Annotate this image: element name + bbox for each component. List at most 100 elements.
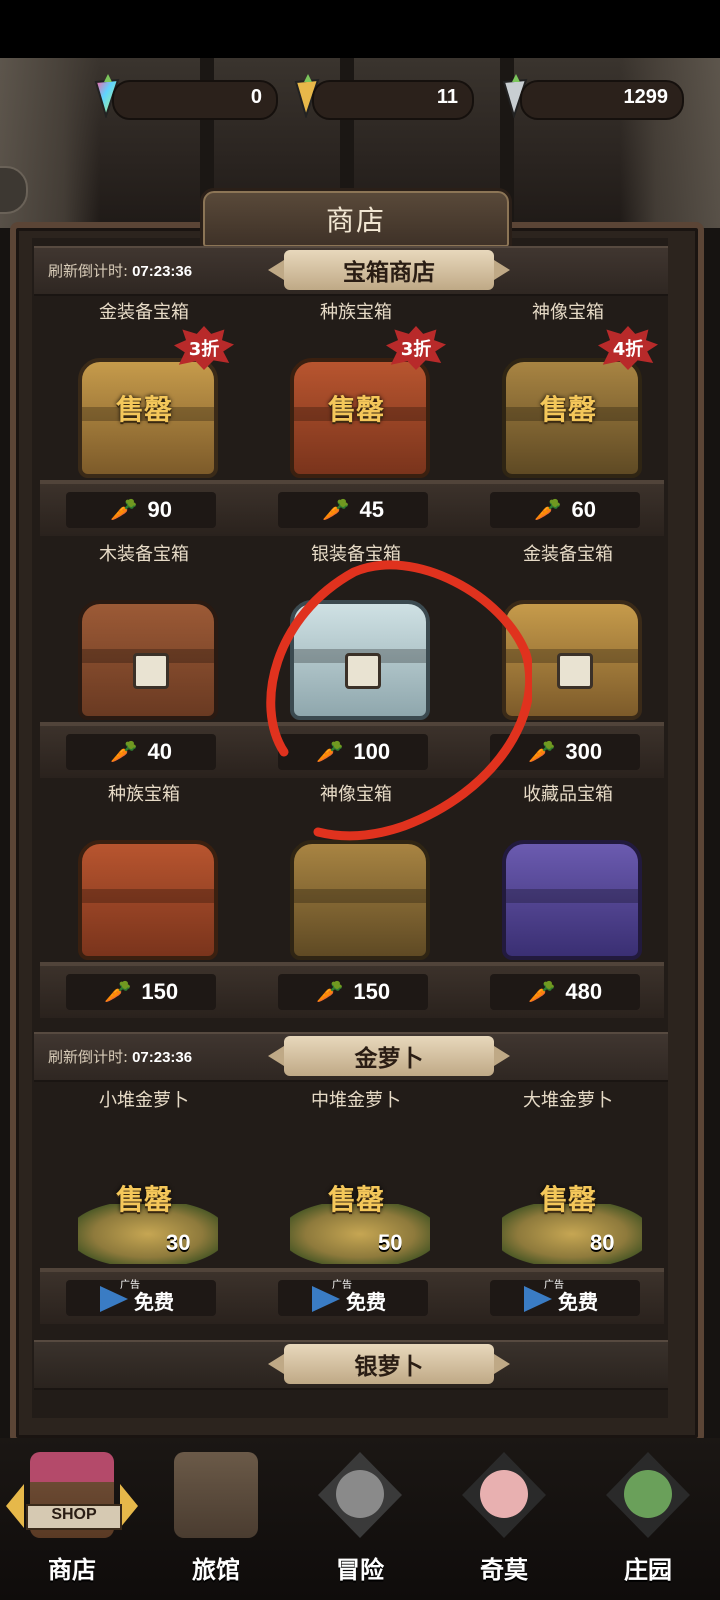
gold-carrot-icon: 🥕 [110,739,138,764]
shop-item-race-chest[interactable]: 种族宝箱 🥕 150 [40,778,248,1018]
qimo-icon [462,1452,546,1538]
nav-tab-manor[interactable]: 庄园 [576,1438,720,1600]
price-value: 40 [147,739,172,764]
nav-label: 旅馆 [192,1556,240,1584]
arrow-right-icon [120,1484,138,1528]
price-value: 480 [565,979,603,1004]
price-tag[interactable]: 🥕 150 [278,974,428,1010]
shop-item-small-gold-carrot[interactable]: 小堆金萝卜 售罄 30 广告 免费 [40,1084,248,1324]
wood-chest-icon [78,600,218,720]
shop-icon: SHOP [26,1452,122,1538]
discount-badge: 3折 [174,326,234,370]
section-title-gold-carrot: 金萝卜 [268,1036,510,1076]
adventure-icon [318,1452,402,1538]
silver-carrot-shop-banner: 银萝卜 [34,1340,668,1390]
chest-shop-banner: 刷新倒计时: 07:23:36 宝箱商店 [34,246,668,296]
amount-value: 50 [378,1230,403,1255]
refresh-timer-label: 刷新倒计时: [48,262,129,280]
price-tag[interactable]: 🥕 60 [490,492,640,528]
shelf-row: 金装备宝箱 3折 售罄 🥕 90 种族宝箱 3折 售罄 🥕 45 神像宝箱 4折 售… [40,296,664,536]
shop-item-race-chest[interactable]: 种族宝箱 3折 售罄 🥕 45 [252,296,460,536]
price-value: 90 [147,497,172,522]
sold-out-label: 售罄 [327,393,384,426]
refresh-timer-label: 刷新倒计时: [48,1048,129,1066]
item-name: 种族宝箱 [108,784,180,805]
price-value: 150 [141,979,179,1004]
race-chest-icon [78,840,218,960]
silver-carrot-balance: 1299 [520,80,684,120]
gold-carrot-icon: 🥕 [322,497,350,522]
free-label: 免费 [558,1290,598,1314]
refresh-timer-value: 07:23:36 [132,1049,193,1066]
shop-item-gold-equip-chest[interactable]: 金装备宝箱 3折 售罄 🥕 90 [40,296,248,536]
collectible-chest-icon [502,840,642,960]
free-label: 免费 [346,1290,386,1314]
item-name: 小堆金萝卜 [99,1090,189,1111]
price-value: 150 [353,979,391,1004]
gold-carrot-icon: 🥕 [527,979,556,1004]
manor-icon [606,1452,690,1538]
gold-carrot-shop-banner: 刷新倒计时: 07:23:36 金萝卜 [34,1032,668,1082]
bottom-navigation: SHOP 商店 旅馆 冒险 奇莫 庄园 [0,1438,720,1600]
refresh-timer: 刷新倒计时: 07:23:36 [48,1046,192,1067]
gold-carrot-icon: 🥕 [315,979,344,1004]
gold-carrot-value: 11 [436,86,458,108]
annotation-circle [266,560,532,841]
shop-item-medium-gold-carrot[interactable]: 中堆金萝卜 售罄 50 广告 免费 [252,1084,460,1324]
nav-tab-qimo[interactable]: 奇莫 [432,1438,576,1600]
gold-carrot-icon: 🥕 [527,739,556,764]
nav-label: 冒险 [336,1556,384,1584]
gold-carrot-balance: 11 [312,80,474,120]
price-tag[interactable]: 🥕 45 [278,492,428,528]
shelf-row: 小堆金萝卜 售罄 30 广告 免费 中堆金萝卜 售罄 50 广告 免费 大堆金萝… [40,1084,664,1324]
shop-item-large-gold-carrot[interactable]: 大堆金萝卜 售罄 80 广告 免费 [464,1084,672,1324]
arrow-left-icon [6,1484,24,1528]
amount-value: 80 [590,1230,615,1255]
price-value: 45 [359,497,384,522]
nav-label: 庄园 [624,1556,672,1584]
section-title-silver-carrot[interactable]: 银萝卜 [268,1344,510,1384]
sold-out-label: 售罄 [327,1183,384,1216]
shop-item-wood-equip-chest[interactable]: 木装备宝箱 🥕 40 [40,538,248,778]
watch-ad-free-button[interactable]: 广告 免费 [490,1280,640,1316]
item-name: 神像宝箱 [532,302,604,323]
nav-label: 商店 [48,1556,96,1584]
item-name: 大堆金萝卜 [523,1090,613,1111]
watch-ad-free-button[interactable]: 广告 免费 [66,1280,216,1316]
section-title-chest-shop: 宝箱商店 [268,250,510,290]
sold-out-label: 售罄 [115,393,172,426]
item-name: 种族宝箱 [320,302,392,323]
discount-badge: 4折 [598,326,658,370]
free-label: 免费 [134,1290,174,1314]
amount-value: 30 [166,1230,191,1255]
sold-out-label: 售罄 [115,1183,172,1216]
refresh-timer: 刷新倒计时: 07:23:36 [48,260,192,281]
price-tag[interactable]: 🥕 90 [66,492,216,528]
status-bar [0,0,720,58]
rainbow-carrot-value: 0 [250,86,262,108]
gold-carrot-icon: 🥕 [534,497,562,522]
shop-sign-text: SHOP [26,1504,122,1530]
inn-icon [174,1452,258,1538]
nav-tab-shop[interactable]: SHOP 商店 [0,1438,144,1600]
sold-out-label: 售罄 [539,393,596,426]
item-name: 金装备宝箱 [99,302,189,323]
idol-chest-icon [290,840,430,960]
price-tag[interactable]: 🥕 480 [490,974,640,1010]
sold-out-label: 售罄 [539,1183,596,1216]
watch-ad-free-button[interactable]: 广告 免费 [278,1280,428,1316]
nav-tab-adventure[interactable]: 冒险 [288,1438,432,1600]
nav-label: 奇莫 [480,1556,528,1584]
gold-carrot-icon: 🥕 [103,979,132,1004]
shop-item-idol-chest[interactable]: 神像宝箱 4折 售罄 🥕 60 [464,296,672,536]
price-tag[interactable]: 🥕 40 [66,734,216,770]
price-tag[interactable]: 🥕 150 [66,974,216,1010]
nav-tab-inn[interactable]: 旅馆 [144,1438,288,1600]
silver-carrot-value: 1299 [623,86,669,108]
item-name: 中堆金萝卜 [311,1090,401,1111]
refresh-timer-value: 07:23:36 [132,263,193,280]
gold-carrot-icon: 🥕 [110,497,138,522]
price-value: 300 [565,739,603,764]
item-name: 木装备宝箱 [99,544,189,565]
page-title: 商店 [200,188,512,250]
